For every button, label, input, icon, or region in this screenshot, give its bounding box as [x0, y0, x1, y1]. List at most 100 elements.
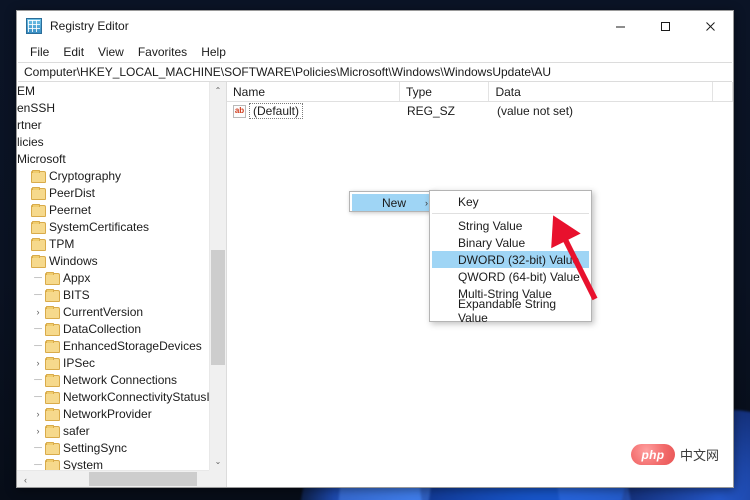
tree-hscroll-thumb[interactable] — [89, 472, 197, 486]
tree-horizontal-scrollbar[interactable]: ‹ › — [17, 470, 226, 487]
tree-vscroll-thumb[interactable] — [211, 250, 225, 365]
tree-node[interactable]: Cryptography — [17, 167, 209, 184]
context-submenu-new: Key String Value Binary Value DWORD (32-bit… — [429, 190, 592, 325]
tree-node[interactable]: › CurrentVersion — [17, 303, 209, 320]
tree-node[interactable]: enSSH — [17, 99, 209, 116]
column-header-label: Data — [495, 84, 521, 99]
context-menu-item-new[interactable]: New › — [352, 194, 434, 211]
value-row[interactable]: ab (Default) REG_SZ (value not set) — [227, 102, 733, 120]
menu-item-help[interactable]: Help — [194, 43, 233, 61]
tree-guide-line: ─ — [34, 288, 42, 301]
registry-editor-window: Registry Editor File Edit View Favorites… — [16, 10, 734, 488]
folder-icon — [31, 187, 46, 200]
tree-node-label: IPSec — [63, 355, 96, 370]
folder-icon — [45, 357, 60, 370]
tree-node-label: NetworkProvider — [63, 406, 152, 421]
scroll-left-arrow-icon[interactable]: ‹ — [17, 471, 34, 487]
tree-node[interactable]: › IPSec — [17, 354, 209, 371]
context-menu-item[interactable]: Key — [432, 193, 589, 210]
menu-bar: File Edit View Favorites Help — [17, 41, 733, 62]
folder-icon — [45, 374, 60, 387]
tree-guide-line: ─ — [34, 458, 42, 471]
column-header[interactable] — [713, 82, 733, 101]
chevron-right-icon[interactable]: › — [31, 307, 45, 317]
tree-node[interactable]: ─ DataCollection — [17, 320, 209, 337]
tree-node-label: SettingSync — [63, 440, 128, 455]
tree-node-label: safer — [63, 423, 90, 438]
chevron-right-icon: › — [425, 197, 428, 208]
chevron-right-icon[interactable]: › — [31, 409, 45, 419]
column-header-label: Type — [405, 84, 432, 99]
maximize-button[interactable] — [643, 11, 688, 41]
tree-node[interactable]: ─ EnhancedStorageDevices — [17, 337, 209, 354]
tree-node-label: Peernet — [49, 202, 92, 217]
tree-node[interactable]: ─ Appx — [17, 269, 209, 286]
tree-node[interactable]: TPM — [17, 235, 209, 252]
context-menu-item[interactable]: Expandable String Value — [432, 297, 589, 325]
menu-item-favorites[interactable]: Favorites — [131, 43, 194, 61]
address-bar[interactable]: Computer\HKEY_LOCAL_MACHINE\SOFTWARE\Pol… — [18, 62, 732, 82]
menu-item-edit[interactable]: Edit — [56, 43, 91, 61]
context-menu-item[interactable]: DWORD (32-bit) Value — [432, 251, 589, 268]
tree-node[interactable]: PeerDist — [17, 184, 209, 201]
folder-icon — [45, 408, 60, 421]
column-header-label: Name — [233, 84, 266, 99]
context-menu-item[interactable]: QWORD (64-bit) Value — [432, 268, 589, 285]
menu-separator — [432, 213, 589, 214]
chevron-right-icon[interactable]: › — [31, 358, 45, 368]
editor-panes: EM enSSH rtner licies Microsoft Cryptography P… — [17, 82, 733, 487]
tree-node-label: licies — [17, 134, 44, 149]
tree-node[interactable]: licies — [17, 133, 209, 150]
context-menu-item[interactable]: String Value — [432, 217, 589, 234]
menu-item-view[interactable]: View — [91, 43, 131, 61]
value-name-label: (Default) — [249, 103, 304, 119]
tree-node[interactable]: SystemCertificates — [17, 218, 209, 235]
tree-node-label: PeerDist — [49, 185, 96, 200]
tree-node-label: Network Connections — [63, 372, 178, 387]
watermark: php 中文网 — [630, 444, 719, 465]
tree-node-label: EnhancedStorageDevices — [63, 338, 202, 353]
close-button[interactable] — [688, 11, 733, 41]
tree-node[interactable]: ─ NetworkConnectivityStatusIndicator — [17, 388, 226, 405]
value-name-cell: ab (Default) — [227, 103, 401, 119]
tree-node[interactable]: › NetworkProvider — [17, 405, 209, 422]
scroll-up-arrow-icon[interactable]: ⌃ — [210, 82, 226, 99]
chevron-right-icon[interactable]: › — [31, 426, 45, 436]
column-header[interactable]: Data — [489, 82, 714, 101]
minimize-button[interactable] — [598, 11, 643, 41]
menu-item-file[interactable]: File — [23, 43, 56, 61]
tree-node[interactable]: ─ BITS — [17, 286, 209, 303]
tree-node[interactable]: EM — [17, 82, 209, 99]
folder-icon — [45, 289, 60, 302]
column-header[interactable]: Name — [227, 82, 400, 101]
folder-icon — [45, 442, 60, 455]
tree-guide-line: ─ — [34, 322, 42, 335]
tree-node[interactable]: Windows — [17, 252, 209, 269]
column-header[interactable]: Type — [400, 82, 490, 101]
tree-node-label: SystemCertificates — [49, 219, 150, 234]
tree-node[interactable]: ─ SettingSync — [17, 439, 209, 456]
context-menu-new: New › — [349, 191, 437, 212]
folder-icon — [45, 272, 60, 285]
tree-node[interactable]: Microsoft — [17, 150, 209, 167]
folder-icon — [45, 425, 60, 438]
tree-guide-line: ─ — [34, 390, 42, 403]
tree-node[interactable]: rtner — [17, 116, 209, 133]
tree-node[interactable]: Peernet — [17, 201, 209, 218]
tree-node[interactable]: › safer — [17, 422, 209, 439]
context-menu-item[interactable]: Binary Value — [432, 234, 589, 251]
window-titlebar[interactable]: Registry Editor — [17, 11, 733, 41]
tree-node-label: enSSH — [17, 100, 56, 115]
tree-node-label: DataCollection — [63, 321, 142, 336]
tree-node[interactable]: ─ Network Connections — [17, 371, 209, 388]
tree-node-label: Microsoft — [17, 151, 66, 166]
tree-vertical-scrollbar[interactable]: ⌃ ⌄ — [209, 82, 226, 470]
tree-node-label: TPM — [49, 236, 75, 251]
scroll-down-arrow-icon[interactable]: ⌄ — [210, 453, 226, 470]
folder-icon — [45, 323, 60, 336]
folder-icon — [31, 238, 46, 251]
context-menu-new-label: New — [382, 195, 407, 210]
folder-icon — [31, 204, 46, 217]
folder-icon — [45, 391, 60, 404]
tree-node-label: Windows — [49, 253, 98, 268]
